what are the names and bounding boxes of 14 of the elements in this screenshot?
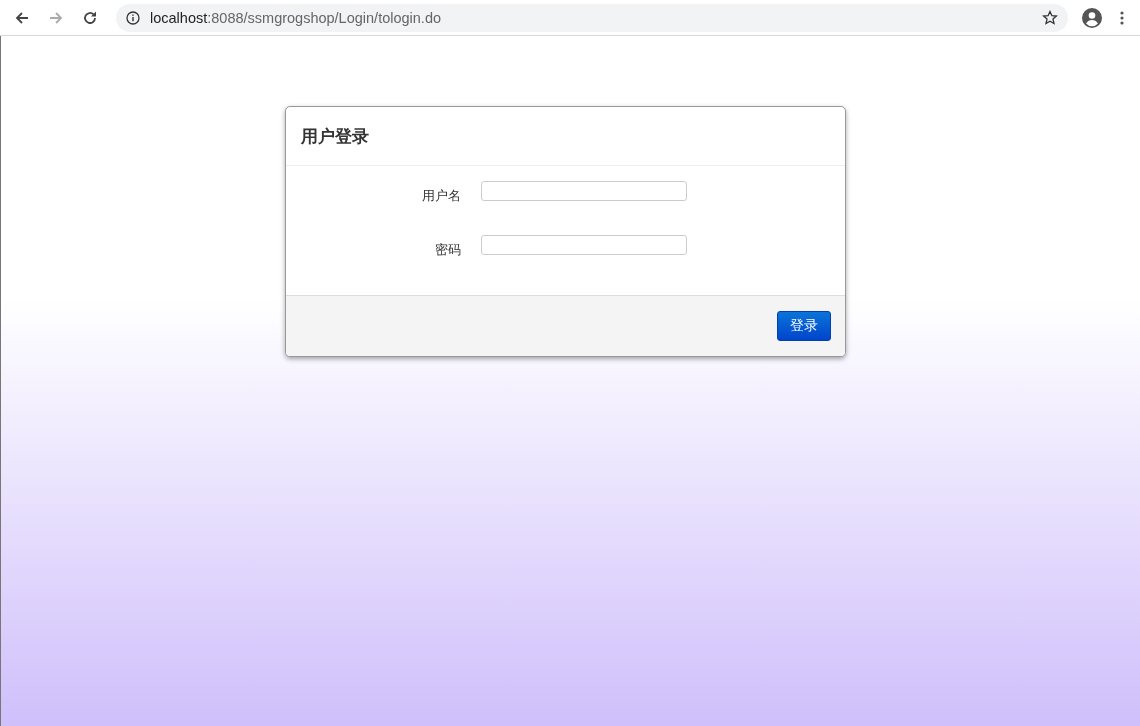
field-label: 密码 [434,241,461,259]
url-text: localhost:8088/ssmgrogshop/Login/tologin.do [150,9,442,26]
info-icon[interactable] [126,10,140,25]
star-icon[interactable] [1042,9,1058,26]
field-label: 用户名 [421,187,461,205]
menu-icon[interactable] [1120,10,1124,25]
input-field[interactable] [481,181,687,201]
reload-icon[interactable] [82,9,98,26]
address-bar[interactable]: localhost:8088/ssmgrogshop/Login/tologin.do [116,3,1068,32]
dialog-title: 用户登录 [301,124,369,148]
input-field[interactable] [481,235,687,255]
login-button[interactable]: 登录 [777,311,831,341]
account-icon[interactable] [1082,7,1102,28]
back-arrow-icon[interactable] [14,9,30,26]
